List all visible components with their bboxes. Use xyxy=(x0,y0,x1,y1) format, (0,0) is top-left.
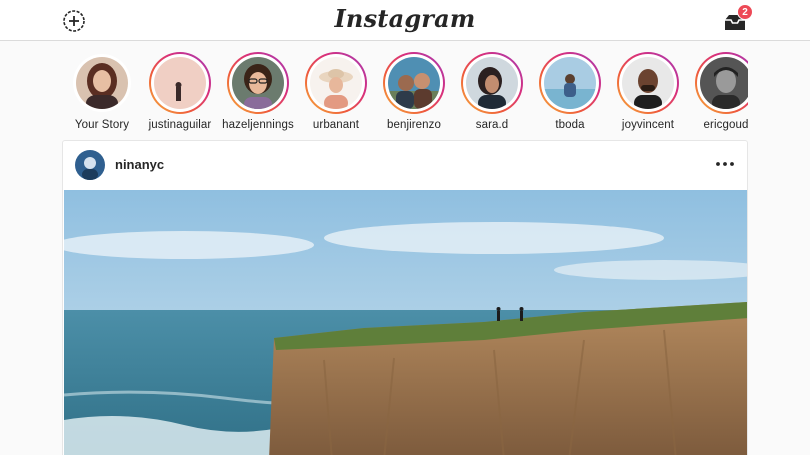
avatar xyxy=(154,57,206,109)
story-your-story[interactable]: Your Story xyxy=(62,52,142,131)
story-username: justinaguilar xyxy=(148,119,212,131)
inbox-badge: 2 xyxy=(737,4,753,20)
story-username: tboda xyxy=(555,119,585,131)
post-photo[interactable] xyxy=(63,190,747,455)
top-bar: Instagram 2 xyxy=(0,0,810,41)
story-sara-d[interactable]: sara.d xyxy=(452,52,532,131)
avatar xyxy=(310,57,362,109)
avatar xyxy=(622,57,674,109)
story-benjirenzo[interactable]: benjirenzo xyxy=(374,52,454,131)
more-horizontal-icon xyxy=(716,162,734,166)
story-joyvincent[interactable]: joyvincent xyxy=(608,52,688,131)
feed-post: ninanyc xyxy=(62,140,748,455)
avatar xyxy=(466,57,518,109)
story-ring xyxy=(617,52,679,114)
story-ring xyxy=(539,52,601,114)
story-username: ericgoud xyxy=(703,119,748,131)
story-ring xyxy=(227,52,289,114)
story-justinaguilar[interactable]: justinaguilar xyxy=(140,52,220,131)
story-ring xyxy=(695,52,748,114)
story-hazeljennings[interactable]: hazeljennings xyxy=(218,52,298,131)
story-ericgoud[interactable]: ericgoud xyxy=(686,52,748,131)
story-ring xyxy=(305,52,367,114)
more-options-button[interactable] xyxy=(713,154,737,174)
avatar xyxy=(232,57,284,109)
post-author-avatar[interactable] xyxy=(75,150,105,180)
story-ring xyxy=(383,52,445,114)
story-tboda[interactable]: tboda xyxy=(530,52,610,131)
story-username: sara.d xyxy=(475,119,509,131)
stories-tray[interactable]: Your Story justinaguilar hazeljennings u… xyxy=(62,41,748,137)
story-urbanant[interactable]: urbanant xyxy=(296,52,376,131)
story-username: urbanant xyxy=(312,119,360,131)
avatar xyxy=(700,57,748,109)
story-username: joyvincent xyxy=(621,119,675,131)
story-username: benjirenzo xyxy=(386,119,442,131)
instagram-logo: Instagram xyxy=(334,4,476,33)
post-username[interactable]: ninanyc xyxy=(115,157,164,172)
avatar xyxy=(76,57,128,109)
post-header: ninanyc xyxy=(63,141,747,190)
avatar xyxy=(388,57,440,109)
story-ring xyxy=(149,52,211,114)
avatar xyxy=(544,57,596,109)
story-username: hazeljennings xyxy=(222,119,294,131)
story-ring xyxy=(461,52,523,114)
instagram-app: Instagram 2 Your Story justinaguilar haz… xyxy=(0,0,810,455)
story-username: Your Story xyxy=(74,119,130,131)
